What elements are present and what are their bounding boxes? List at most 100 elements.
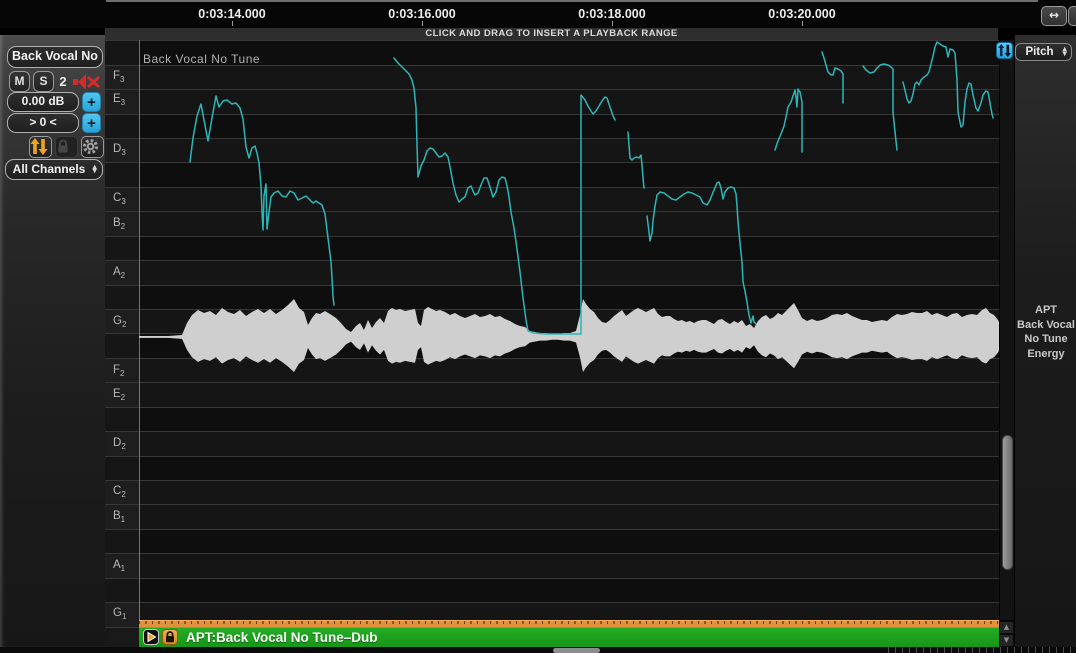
dropdown-stepper-icon: ▲▼ <box>1062 48 1067 57</box>
note-label: D2 <box>113 437 126 451</box>
lock-button[interactable] <box>55 136 78 158</box>
scroll-up-button[interactable]: ▲ <box>999 621 1014 634</box>
note-label: A1 <box>113 559 125 573</box>
signal-info-panel: APTBack VocalNo TuneEnergy <box>1014 35 1076 647</box>
output-track-bar[interactable]: APT:Back Vocal No Tune–Dub <box>139 627 999 648</box>
grid-line <box>105 456 139 457</box>
grid-line <box>105 333 139 334</box>
grid-line <box>105 211 139 212</box>
vertical-zoom-button[interactable]: ↕ <box>1068 6 1076 26</box>
semitone-row <box>105 285 139 309</box>
grid-line <box>105 382 139 383</box>
process-block-strip[interactable] <box>139 620 999 627</box>
track-lock-icon[interactable] <box>162 629 178 645</box>
horizontal-scrollbar-thumb[interactable] <box>553 648 600 653</box>
bottom-tick-marks <box>888 647 1076 653</box>
semitone-row <box>105 578 139 602</box>
bottom-scroll-strip <box>0 647 1076 653</box>
grid-line <box>105 602 139 603</box>
note-label: G1 <box>113 607 126 621</box>
sort-arrows-button[interactable] <box>29 136 52 158</box>
scroll-down-button[interactable]: ▼ <box>999 634 1014 647</box>
timeline-timestamp: 0:03:20.000 <box>768 7 835 21</box>
note-label: E3 <box>113 93 125 107</box>
timeline-tick <box>612 21 613 26</box>
grid-line <box>105 553 139 554</box>
gear-icon[interactable] <box>81 136 104 158</box>
grid-line <box>105 407 139 408</box>
grid-line <box>105 138 139 139</box>
grid-line <box>105 309 139 310</box>
semitone-row <box>105 162 139 186</box>
semitone-row <box>105 407 139 431</box>
timeline-timestamp: 0:03:14.000 <box>198 7 265 21</box>
semitone-row <box>105 114 139 138</box>
vertical-scrollbar[interactable] <box>999 40 1014 620</box>
mute-button[interactable]: M <box>9 71 30 92</box>
timeline-tick <box>422 21 423 26</box>
semitone-row <box>105 236 139 260</box>
timeline-top-border <box>106 0 1038 2</box>
grid-line <box>105 162 139 163</box>
note-label: E2 <box>113 388 125 402</box>
play-button[interactable] <box>143 629 159 645</box>
note-label: F2 <box>113 364 124 378</box>
semitone-row <box>105 40 139 64</box>
view-mode-label: Pitch <box>1025 46 1053 58</box>
playback-range-bar[interactable]: CLICK AND DRAG TO INSERT A PLAYBACK RANG… <box>105 28 998 40</box>
semitone-row <box>105 529 139 553</box>
timeline-timestamp: 0:03:16.000 <box>388 7 455 21</box>
grid-line <box>105 260 139 261</box>
grid-line <box>105 65 139 66</box>
grid-line <box>105 285 139 286</box>
grid-line <box>105 40 139 41</box>
note-label: G2 <box>113 315 126 329</box>
track-name-button[interactable]: Back Vocal No <box>7 46 103 68</box>
muted-speaker-icon[interactable] <box>72 72 102 92</box>
pitch-tools-button[interactable] <box>996 42 1013 59</box>
channel-count: 2 <box>56 71 70 92</box>
note-label-column: F3 E3 D3 C3 B2 A2 G2 F2 E2 D2 C2 B1 A1 G1 <box>105 40 139 647</box>
note-label: F3 <box>113 70 124 84</box>
signal-info-label: APTBack VocalNo TuneEnergy <box>1015 303 1076 361</box>
note-label: B2 <box>113 217 125 231</box>
channel-selector-dropdown[interactable]: All Channels ▲▼ <box>5 159 103 180</box>
note-label: B1 <box>113 510 125 524</box>
note-label: C3 <box>113 192 126 206</box>
semitone-row <box>105 456 139 480</box>
grid-line <box>105 627 139 628</box>
range-add-button[interactable]: + <box>82 113 101 133</box>
pitch-range-button[interactable]: > 0 < <box>7 113 79 133</box>
app-window: 0:03:14.000 0:03:16.000 0:03:18.000 0:03:20… <box>0 0 1076 653</box>
grid-line <box>105 89 139 90</box>
output-track-label: APT:Back Vocal No Tune–Dub <box>186 627 378 648</box>
timeline-tick <box>232 21 233 26</box>
grid-line <box>105 114 139 115</box>
grid-line <box>105 480 139 481</box>
note-label: C2 <box>113 485 126 499</box>
semitone-row <box>105 333 139 357</box>
grid-line <box>105 236 139 237</box>
gain-add-button[interactable]: + <box>82 92 101 112</box>
audio-display-layer <box>139 40 999 620</box>
note-label: A2 <box>113 266 125 280</box>
grid-line <box>105 529 139 530</box>
note-label: D3 <box>113 143 126 157</box>
dropdown-stepper-icon: ▲▼ <box>92 165 97 174</box>
channel-selector-label: All Channels <box>13 162 86 176</box>
gain-button[interactable]: 0.00 dB <box>7 92 79 112</box>
grid-line <box>105 431 139 432</box>
timeline-ruler[interactable]: 0:03:14.000 0:03:16.000 0:03:18.000 0:03:20… <box>0 0 1076 28</box>
horizontal-zoom-button[interactable]: ↔ <box>1041 6 1067 26</box>
vertical-scrollbar-thumb[interactable] <box>1002 435 1013 570</box>
pitch-trace[interactable] <box>190 42 993 334</box>
solo-button[interactable]: S <box>33 71 54 92</box>
waveform-shape <box>139 299 999 372</box>
view-mode-dropdown[interactable]: Pitch ▲▼ <box>1015 43 1072 61</box>
grid-line <box>105 504 139 505</box>
grid-line <box>105 358 139 359</box>
track-control-panel: Back Vocal No M S 2 0.00 dB + > 0 < + <box>0 35 105 647</box>
timeline-tick <box>802 21 803 26</box>
timeline-timestamp: 0:03:18.000 <box>578 7 645 21</box>
grid-line <box>105 187 139 188</box>
